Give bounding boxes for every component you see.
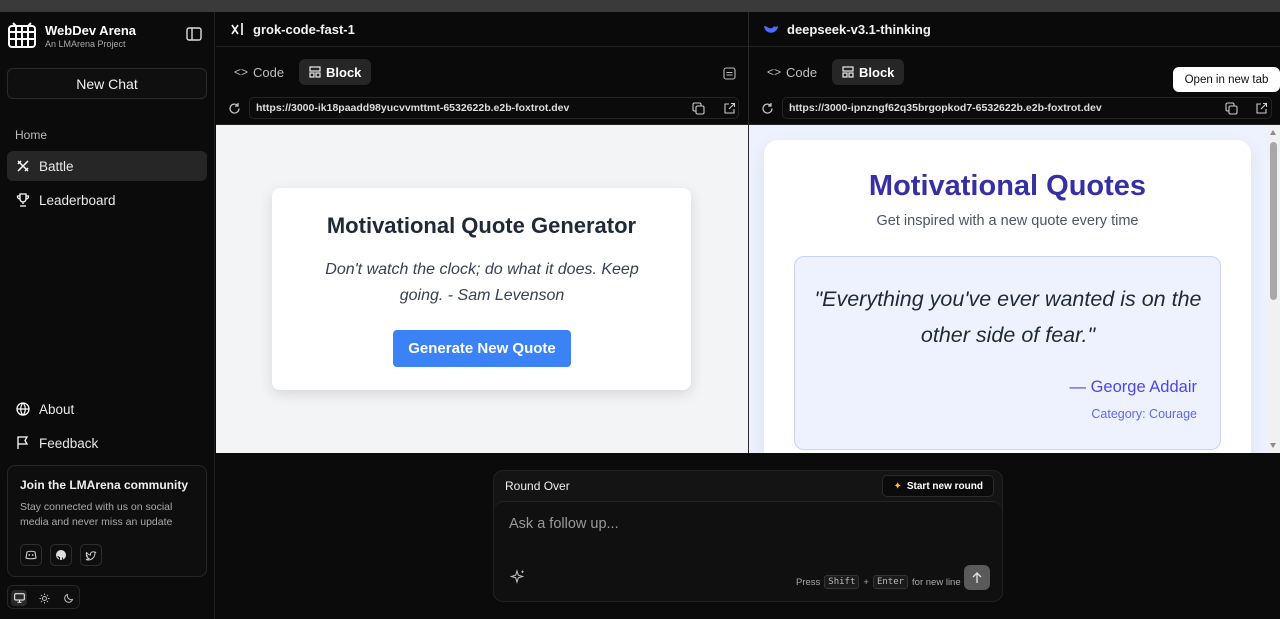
arena-logo-icon — [8, 22, 36, 48]
new-chat-button[interactable]: New Chat — [7, 68, 207, 99]
right-url-bar: https://3000-ipnzngf62q35brgopkod7-65326… — [749, 91, 1280, 125]
hint-suffix: for new line — [912, 576, 961, 588]
block-icon — [842, 66, 854, 78]
theme-switcher — [7, 585, 80, 609]
left-pane-tabs: <> Code Block — [216, 47, 748, 91]
composer: Round Over ✦ Start new round Ask a follo… — [493, 470, 1003, 602]
tab-code-right[interactable]: <> Code — [757, 59, 827, 85]
left-model-name: grok-code-fast-1 — [253, 21, 355, 37]
external-link-icon[interactable] — [1253, 100, 1269, 116]
app-subtitle: An LMArena Project — [45, 39, 126, 49]
brand[interactable]: WebDev Arena An LMArena Project — [8, 22, 208, 50]
app-name: WebDev Arena — [45, 23, 137, 38]
screenshot-icon[interactable] — [721, 65, 737, 81]
sun-icon[interactable] — [36, 590, 52, 606]
left-url-bar: https://3000-ik18paadd98yucvvmttmt-65326… — [216, 91, 748, 125]
tab-block-right[interactable]: Block — [832, 59, 905, 85]
tab-label: Block — [859, 64, 895, 80]
right-url-field[interactable]: https://3000-ipnzngf62q35brgopkod7-65326… — [782, 97, 1272, 119]
sidebar-item-label: Battle — [39, 158, 74, 174]
open-new-tab-tooltip: Open in new tab — [1173, 67, 1280, 92]
right-pane-header: deepseek-v3.1-thinking — [749, 12, 1280, 47]
flag-icon — [15, 435, 31, 451]
tab-block-left[interactable]: Block — [299, 59, 372, 85]
sparkle-icon: ✦ — [893, 480, 902, 492]
generate-quote-button[interactable]: Generate New Quote — [393, 330, 571, 367]
right-preview-frame: Motivational Quotes Get inspired with a … — [749, 125, 1280, 453]
arrow-up-icon — [972, 571, 982, 583]
copy-icon[interactable] — [690, 100, 706, 116]
motivational-quotes-card: Motivational Quotes Get inspired with a … — [764, 140, 1251, 453]
round-status: Round Over — [505, 479, 570, 493]
window-top-strip — [0, 0, 1280, 12]
left-preview-frame: Motivational Quote Generator Don't watch… — [216, 125, 748, 453]
sidebar-item-label: Feedback — [39, 435, 99, 451]
deepseek-logo-icon — [764, 26, 778, 33]
code-icon: <> — [234, 65, 249, 79]
right-url-text: https://3000-ipnzngf62q35brgopkod7-65326… — [789, 102, 1102, 114]
scrollbar-thumb[interactable] — [1270, 142, 1277, 300]
nav-home-label[interactable]: Home — [15, 128, 47, 142]
sidebar-item-battle[interactable]: Battle — [7, 151, 207, 181]
swords-icon — [15, 158, 31, 174]
right-model-name: deepseek-v3.1-thinking — [787, 21, 931, 37]
refresh-icon[interactable] — [226, 100, 242, 116]
tab-label: Block — [326, 64, 362, 80]
sidebar: WebDev Arena An LMArena Project New Chat… — [0, 12, 215, 619]
tab-code-left[interactable]: <> Code — [224, 59, 294, 85]
sidebar-item-leaderboard[interactable]: Leaderboard — [7, 185, 207, 215]
quote-box: "Everything you've ever wanted is on the… — [794, 256, 1221, 450]
discord-icon[interactable] — [20, 544, 42, 566]
sidebar-item-label: About — [39, 401, 75, 417]
quote-author: — George Addair — [1069, 378, 1198, 396]
shift-key: Shift — [824, 575, 860, 589]
copy-icon[interactable] — [1223, 100, 1239, 116]
right-preview-quote: "Everything you've ever wanted is on the… — [814, 287, 1202, 347]
xai-logo-icon — [231, 23, 243, 35]
sidebar-item-feedback[interactable]: Feedback — [7, 428, 207, 458]
send-button[interactable] — [964, 565, 990, 590]
community-card: Join the LMArena community Stay connecte… — [7, 465, 207, 577]
left-preview-title: Motivational Quote Generator — [326, 213, 637, 238]
refresh-icon[interactable] — [759, 100, 775, 116]
magic-sparkle-icon[interactable] — [510, 569, 526, 585]
newline-hint: Press Shift + Enter for new line — [796, 575, 961, 589]
external-link-icon[interactable] — [721, 100, 737, 116]
enter-key: Enter — [872, 575, 909, 589]
scroll-down-arrow-icon[interactable] — [1270, 443, 1276, 448]
start-new-round-label: Start new round — [906, 480, 983, 492]
quote-generator-card: Motivational Quote Generator Don't watch… — [272, 188, 691, 390]
twitter-icon[interactable] — [80, 544, 102, 566]
left-preview-quote: Don't watch the clock; do what it does. … — [325, 261, 639, 304]
globe-icon — [15, 401, 31, 417]
hint-press: Press — [796, 576, 821, 588]
sidebar-item-about[interactable]: About — [7, 394, 207, 424]
community-text: Stay connected with us on social media a… — [20, 501, 173, 528]
trophy-icon — [15, 192, 31, 208]
quote-category: Category: Courage — [1091, 407, 1197, 421]
right-preview-subtitle: Get inspired with a new quote every time — [876, 213, 1139, 229]
right-preview-scrollbar[interactable] — [1267, 125, 1280, 453]
start-new-round-button[interactable]: ✦ Start new round — [882, 475, 994, 497]
community-title: Join the LMArena community — [20, 478, 189, 492]
monitor-icon[interactable] — [11, 590, 27, 606]
bottom-area: Round Over ✦ Start new round Ask a follo… — [216, 453, 1280, 619]
follow-up-placeholder: Ask a follow up... — [509, 516, 619, 532]
left-url-text: https://3000-ik18paadd98yucvvmttmt-65326… — [256, 102, 570, 114]
left-pane-header: grok-code-fast-1 — [216, 12, 748, 47]
follow-up-input[interactable]: Ask a follow up... Press Shift + Enter f… — [494, 501, 1002, 601]
code-icon: <> — [767, 65, 782, 79]
moon-icon[interactable] — [61, 590, 77, 606]
sidebar-item-label: Leaderboard — [39, 192, 116, 208]
block-icon — [309, 66, 321, 78]
left-url-field[interactable]: https://3000-ik18paadd98yucvvmttmt-65326… — [249, 97, 739, 119]
tab-label: Code — [786, 64, 818, 80]
hint-plus: + — [863, 576, 869, 588]
tab-label: Code — [253, 64, 285, 80]
github-icon[interactable] — [50, 544, 72, 566]
scroll-up-arrow-icon[interactable] — [1270, 130, 1276, 135]
right-preview-title: Motivational Quotes — [868, 170, 1147, 202]
sidebar-toggle-icon[interactable] — [186, 27, 202, 41]
